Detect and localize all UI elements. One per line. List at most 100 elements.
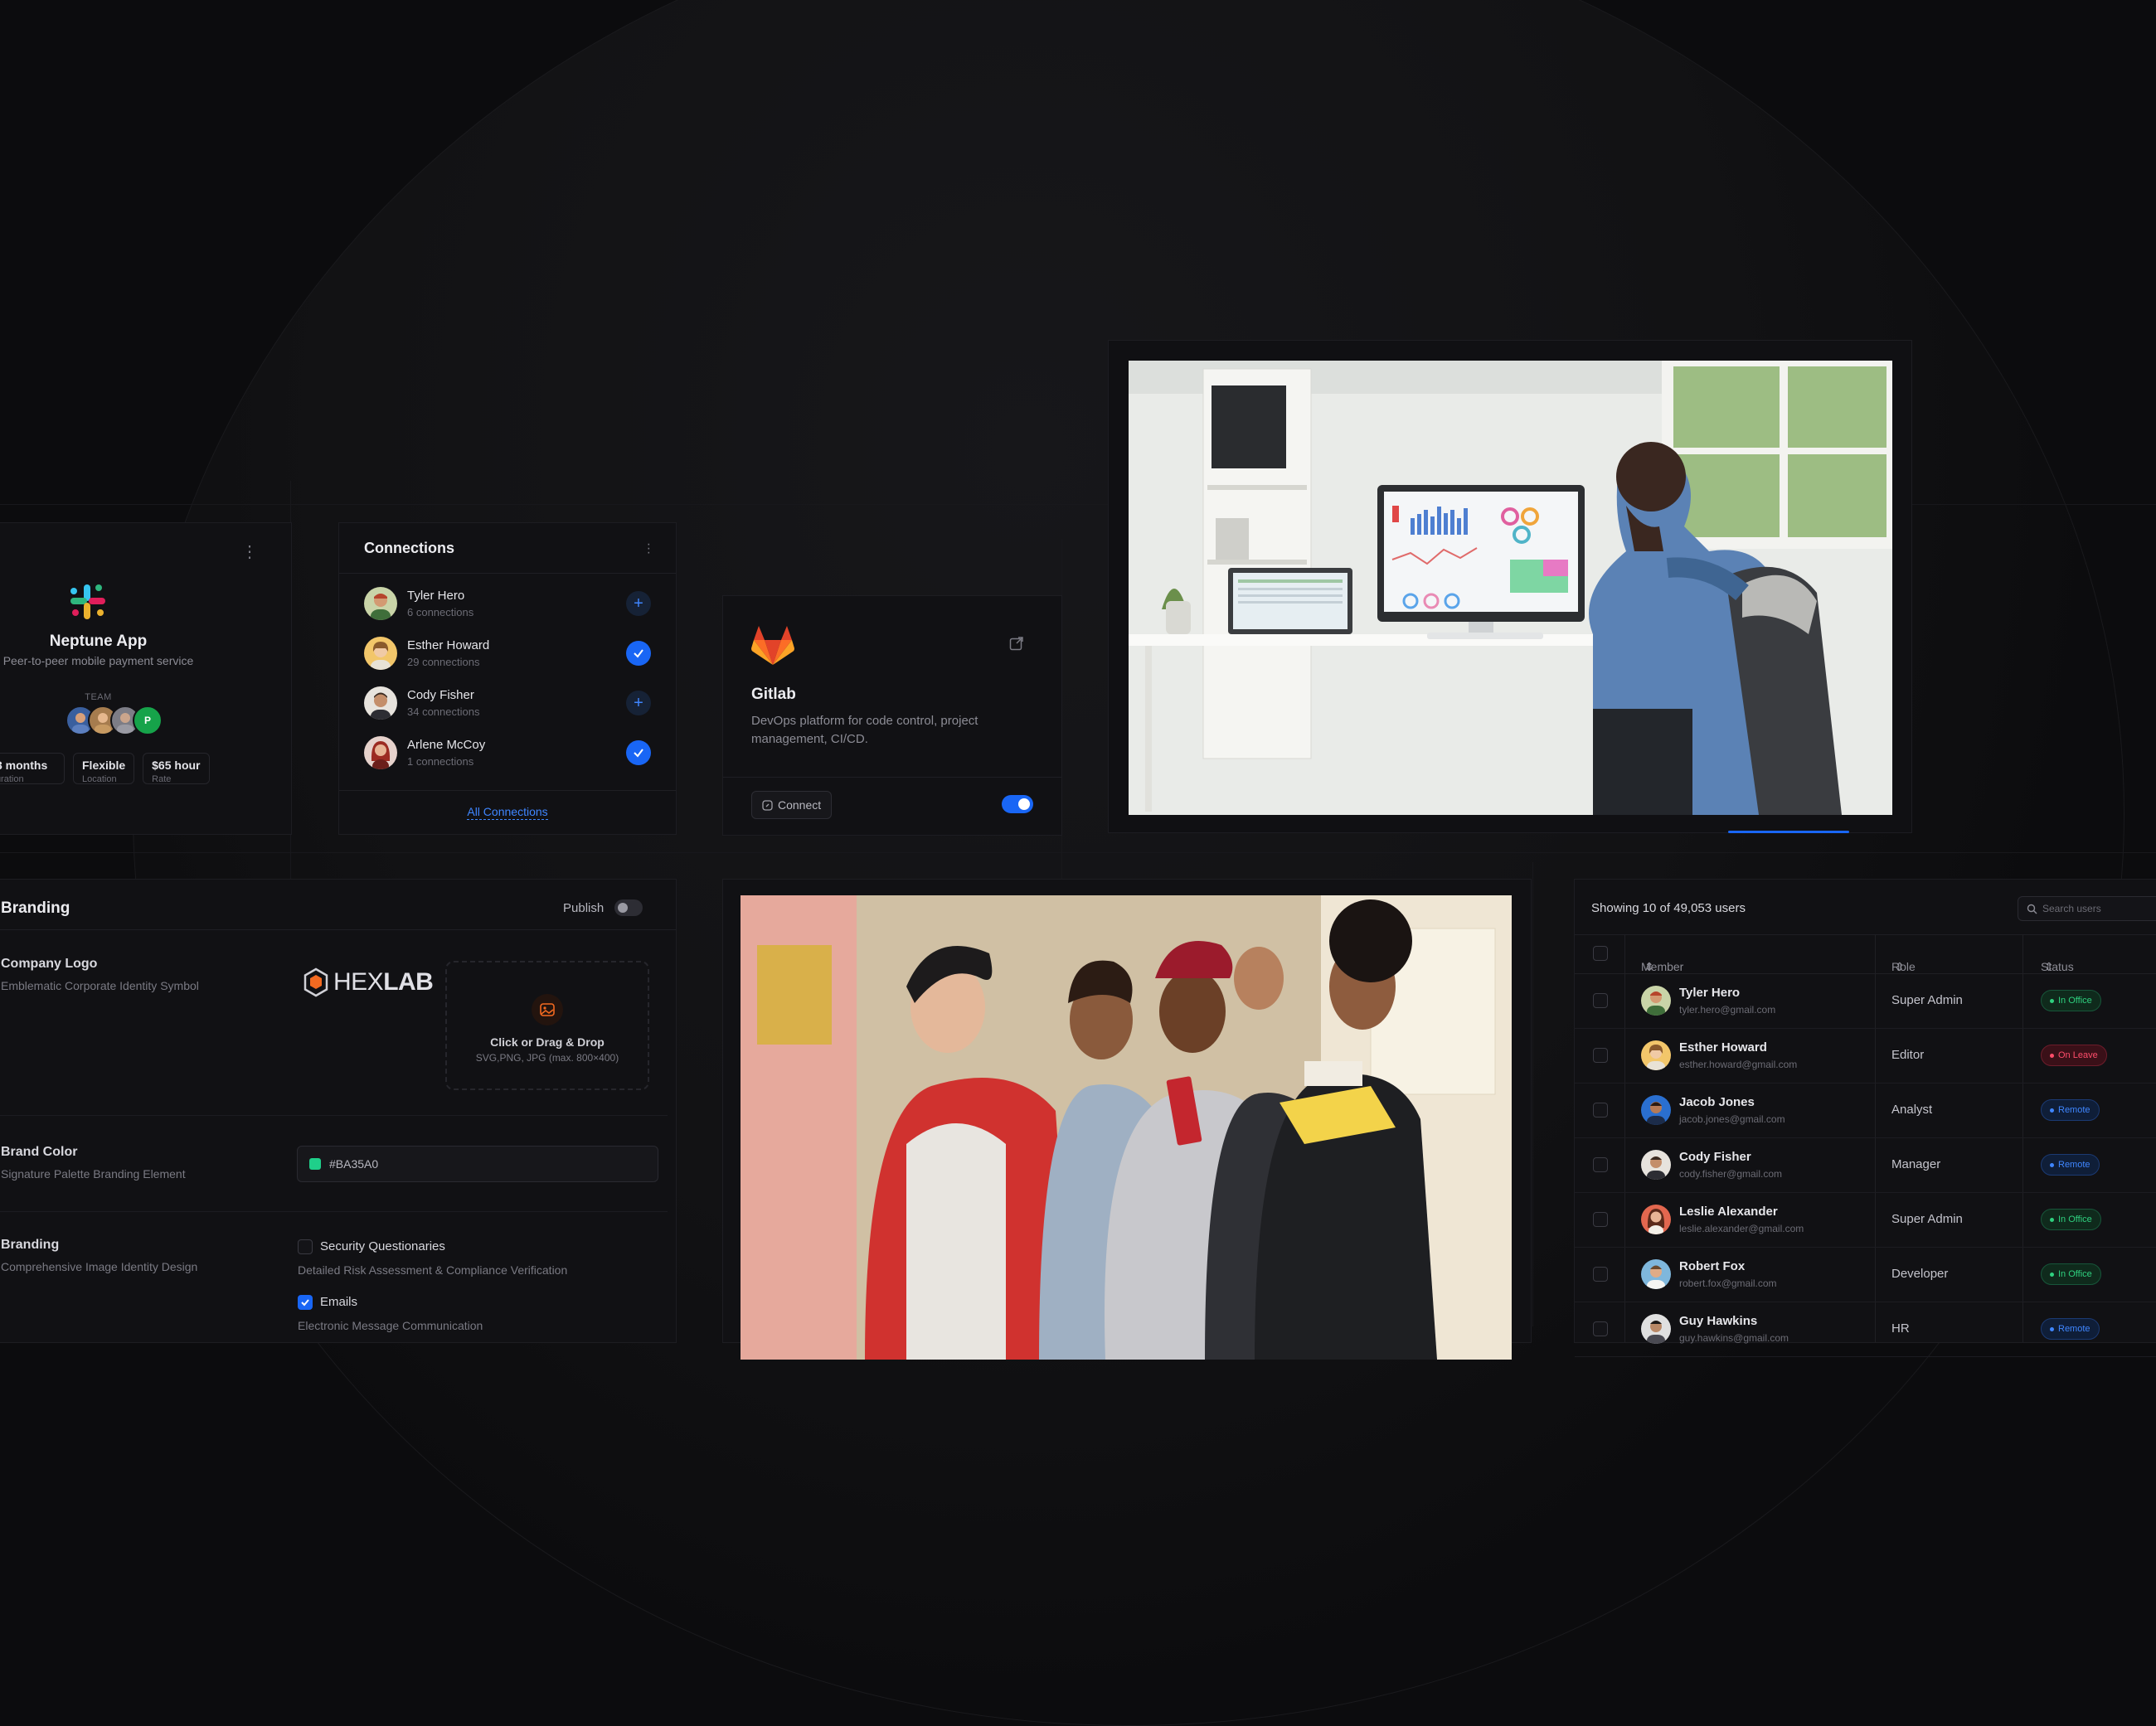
more-options-icon[interactable]: ⋮: [241, 544, 258, 560]
color-swatch[interactable]: [309, 1158, 321, 1170]
company-logo-title: Company Logo: [1, 957, 98, 971]
more-options-icon[interactable]: · · ·: [647, 537, 651, 559]
users-summary: Showing 10 of 49,053 users: [1591, 901, 1746, 915]
search-icon: [2027, 904, 2037, 914]
table-row[interactable]: Guy Hawkins guy.hawkins@gmail.com HR Rem…: [1575, 1302, 2156, 1357]
list-item: Arlene McCoy 1 connections: [339, 728, 676, 778]
emails-checkbox[interactable]: [298, 1295, 313, 1310]
external-link-icon[interactable]: [1009, 636, 1024, 655]
status-badge: Remote: [2041, 1154, 2100, 1176]
logo-dropzone[interactable]: Click or Drag & Drop SVG,PNG, JPG (max. …: [445, 961, 649, 1090]
status-badge: On Leave: [2041, 1045, 2107, 1066]
brand-color-description: Signature Palette Branding Element: [1, 1167, 186, 1181]
row-checkbox[interactable]: [1593, 1048, 1608, 1063]
security-questionaries-checkbox[interactable]: [298, 1239, 313, 1254]
checkbox-description: Detailed Risk Assessment & Compliance Ve…: [298, 1263, 568, 1277]
office-image-card: [1108, 340, 1912, 833]
students-photo: [741, 895, 1512, 1360]
row-checkbox[interactable]: [1593, 1321, 1608, 1336]
add-connection-button[interactable]: +: [626, 591, 651, 616]
team-avatars: P: [66, 705, 163, 735]
avatar: [364, 587, 397, 620]
background-arc: [133, 0, 2124, 1726]
table-row[interactable]: Tyler Hero tyler.hero@gmail.com Super Ad…: [1575, 973, 2156, 1029]
status-badge: In Office: [2041, 990, 2101, 1011]
grid-line: [1532, 862, 1533, 1326]
row-checkbox[interactable]: [1593, 1103, 1608, 1118]
row-checkbox[interactable]: [1593, 993, 1608, 1008]
table-row[interactable]: Robert Fox robert.fox@gmail.com Develope…: [1575, 1247, 2156, 1302]
connections-header: Connections · · ·: [339, 523, 676, 574]
stat-rate: $65 hour Rate: [143, 753, 210, 784]
connections-title: Connections: [364, 539, 455, 556]
table-row[interactable]: Jacob Jones jacob.jones@gmail.com Analys…: [1575, 1083, 2156, 1138]
list-item: Tyler Hero 6 connections +: [339, 579, 676, 628]
avatar-initial: P: [133, 705, 163, 735]
students-image-card: [722, 879, 1532, 1360]
row-checkbox[interactable]: [1593, 1212, 1608, 1227]
office-photo: [1129, 361, 1892, 815]
stat-location: Flexible Location: [73, 753, 135, 784]
slack-icon: [67, 581, 109, 627]
connections-footer: All Connections: [339, 790, 676, 834]
status-badge: In Office: [2041, 1209, 2101, 1230]
brand-color-input[interactable]: #BA35A0: [297, 1146, 658, 1182]
divider: [0, 1115, 668, 1116]
image-upload-icon: [532, 994, 563, 1025]
stat-duration: 3 months Duration: [0, 753, 65, 784]
connections-card: Connections · · · Tyler Hero 6 connections …: [338, 522, 677, 835]
gitlab-icon: [751, 625, 794, 671]
sort-icon: ⇕: [2044, 960, 2054, 973]
company-logo: HEXLAB: [303, 967, 434, 997]
avatar: [364, 637, 397, 670]
avatar: [1641, 1314, 1671, 1344]
checkbox-label: Emails: [320, 1295, 358, 1309]
users-table-card: Showing 10 of 49,053 users Search users …: [1574, 879, 2156, 1357]
table-header: Member ⇕ Role ⇕ Status ⇕: [1575, 934, 2156, 974]
checkbox-description: Electronic Message Communication: [298, 1319, 483, 1332]
avatar: [1641, 1040, 1671, 1070]
active-indicator: [1728, 831, 1849, 833]
dropzone-hint: SVG,PNG, JPG (max. 800×400): [475, 1052, 619, 1064]
status-badge: Remote: [2041, 1318, 2100, 1340]
app-card: ⋮ Neptune App Peer-to-peer mobile paymen…: [0, 522, 292, 835]
integration-title: Gitlab: [751, 686, 796, 703]
grid-line: [0, 852, 2156, 853]
add-connection-button[interactable]: +: [626, 691, 651, 715]
sort-icon: ⇕: [1644, 960, 1654, 973]
app-title: Neptune App: [49, 633, 148, 650]
all-connections-link[interactable]: All Connections: [467, 805, 548, 820]
image-branding-description: Comprehensive Image Identity Design: [1, 1260, 198, 1273]
table-row[interactable]: Cody Fisher cody.fisher@gmail.com Manage…: [1575, 1137, 2156, 1193]
row-checkbox[interactable]: [1593, 1157, 1608, 1172]
search-input[interactable]: Search users: [2018, 896, 2156, 921]
checkbox-label: Security Questionaries: [320, 1239, 445, 1253]
row-checkbox[interactable]: [1593, 1267, 1608, 1282]
branding-title: Branding: [1, 899, 70, 917]
team-label: TEAM: [85, 692, 112, 702]
dropzone-title: Click or Drag & Drop: [490, 1035, 605, 1049]
company-logo-description: Emblematic Corporate Identity Symbol: [1, 979, 199, 992]
avatar: [1641, 1259, 1671, 1289]
avatar: [364, 736, 397, 769]
select-all-checkbox[interactable]: [1593, 946, 1608, 961]
divider: [723, 777, 1061, 778]
avatar: [1641, 1205, 1671, 1234]
publish-label: Publish: [563, 901, 605, 915]
link-icon: [762, 799, 773, 811]
table-row[interactable]: Esther Howard esther.howard@gmail.com Ed…: [1575, 1028, 2156, 1084]
integration-toggle[interactable]: [1002, 795, 1033, 813]
status-badge: In Office: [2041, 1263, 2101, 1285]
connected-check-icon[interactable]: [626, 740, 651, 765]
connections-list: Tyler Hero 6 connections + Esther Howard 2…: [339, 574, 676, 778]
list-item: Esther Howard 29 connections: [339, 628, 676, 678]
status-badge: Remote: [2041, 1099, 2100, 1121]
branding-card: Branding Publish Company Logo Emblematic…: [0, 879, 677, 1343]
connected-check-icon[interactable]: [626, 641, 651, 666]
integration-description: DevOps platform for code control, projec…: [751, 714, 978, 746]
avatar: [364, 686, 397, 720]
connect-button[interactable]: Connect: [751, 791, 833, 819]
publish-toggle[interactable]: [614, 899, 643, 916]
sort-icon: ⇕: [1895, 960, 1905, 973]
table-row[interactable]: Leslie Alexander leslie.alexander@gmail.…: [1575, 1192, 2156, 1248]
